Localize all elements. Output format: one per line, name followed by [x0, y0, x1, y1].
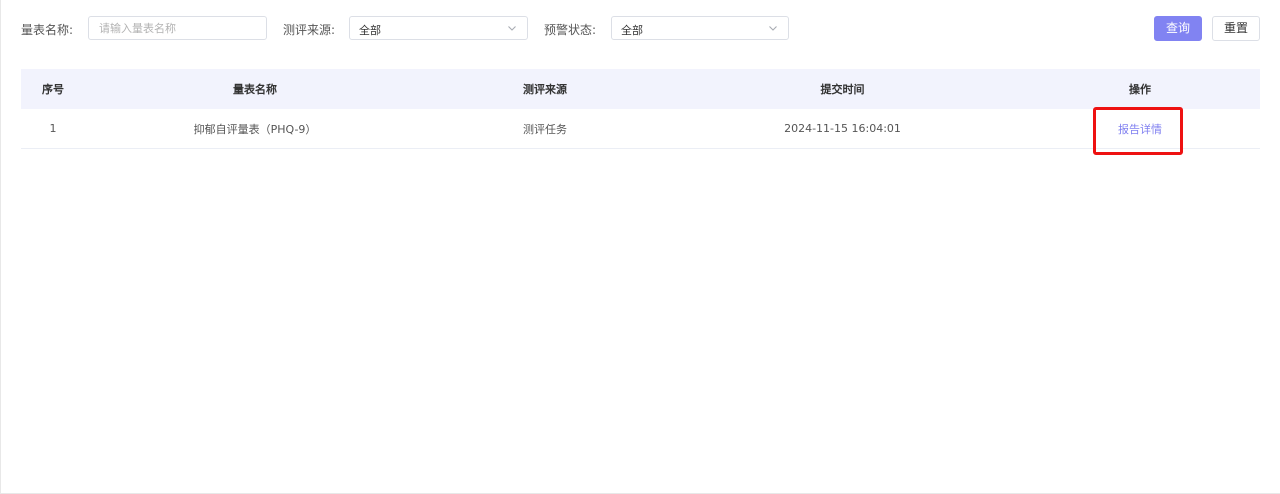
source-select-value: 全部	[359, 24, 381, 37]
row-source: 测评任务	[523, 122, 567, 136]
warning-status-select[interactable]: 全部	[611, 16, 789, 40]
row-scale-name: 抑郁自评量表（PHQ-9）	[193, 122, 317, 136]
table-header: 序号 量表名称 测评来源 提交时间 操作	[21, 69, 1260, 109]
filter-bar: 量表名称: 测评来源: 全部 预警状态: 全部 查询 重置	[1, 16, 1280, 42]
source-label: 测评来源:	[283, 23, 336, 37]
records-table: 序号 量表名称 测评来源 提交时间 操作 1 抑郁自评量表（PHQ-9） 测评任…	[21, 69, 1260, 149]
reset-button[interactable]: 重置	[1212, 16, 1260, 41]
query-button[interactable]: 查询	[1154, 16, 1202, 41]
scale-name-label: 量表名称:	[21, 23, 74, 37]
warning-status-label: 预警状态:	[544, 23, 597, 37]
table-row: 1 抑郁自评量表（PHQ-9） 测评任务 2024-11-15 16:04:01…	[21, 109, 1260, 149]
scale-name-input[interactable]	[88, 16, 267, 40]
chevron-down-icon	[769, 26, 777, 31]
warning-status-select-value: 全部	[621, 24, 643, 37]
header-action: 操作	[1129, 83, 1151, 96]
row-index: 1	[49, 122, 57, 135]
header-index: 序号	[42, 83, 64, 96]
header-source: 测评来源	[523, 83, 567, 96]
header-submit-time: 提交时间	[820, 83, 865, 96]
row-submit-time: 2024-11-15 16:04:01	[784, 122, 901, 135]
report-details-link[interactable]: 报告详情	[1118, 121, 1162, 137]
assessment-records-page: 量表名称: 测评来源: 全部 预警状态: 全部 查询 重置 序号 量表名称 测评…	[0, 0, 1280, 494]
row-action-cell: 报告详情	[1020, 109, 1260, 148]
chevron-down-icon	[508, 26, 516, 31]
header-scale-name: 量表名称	[233, 83, 277, 96]
source-select[interactable]: 全部	[349, 16, 528, 40]
